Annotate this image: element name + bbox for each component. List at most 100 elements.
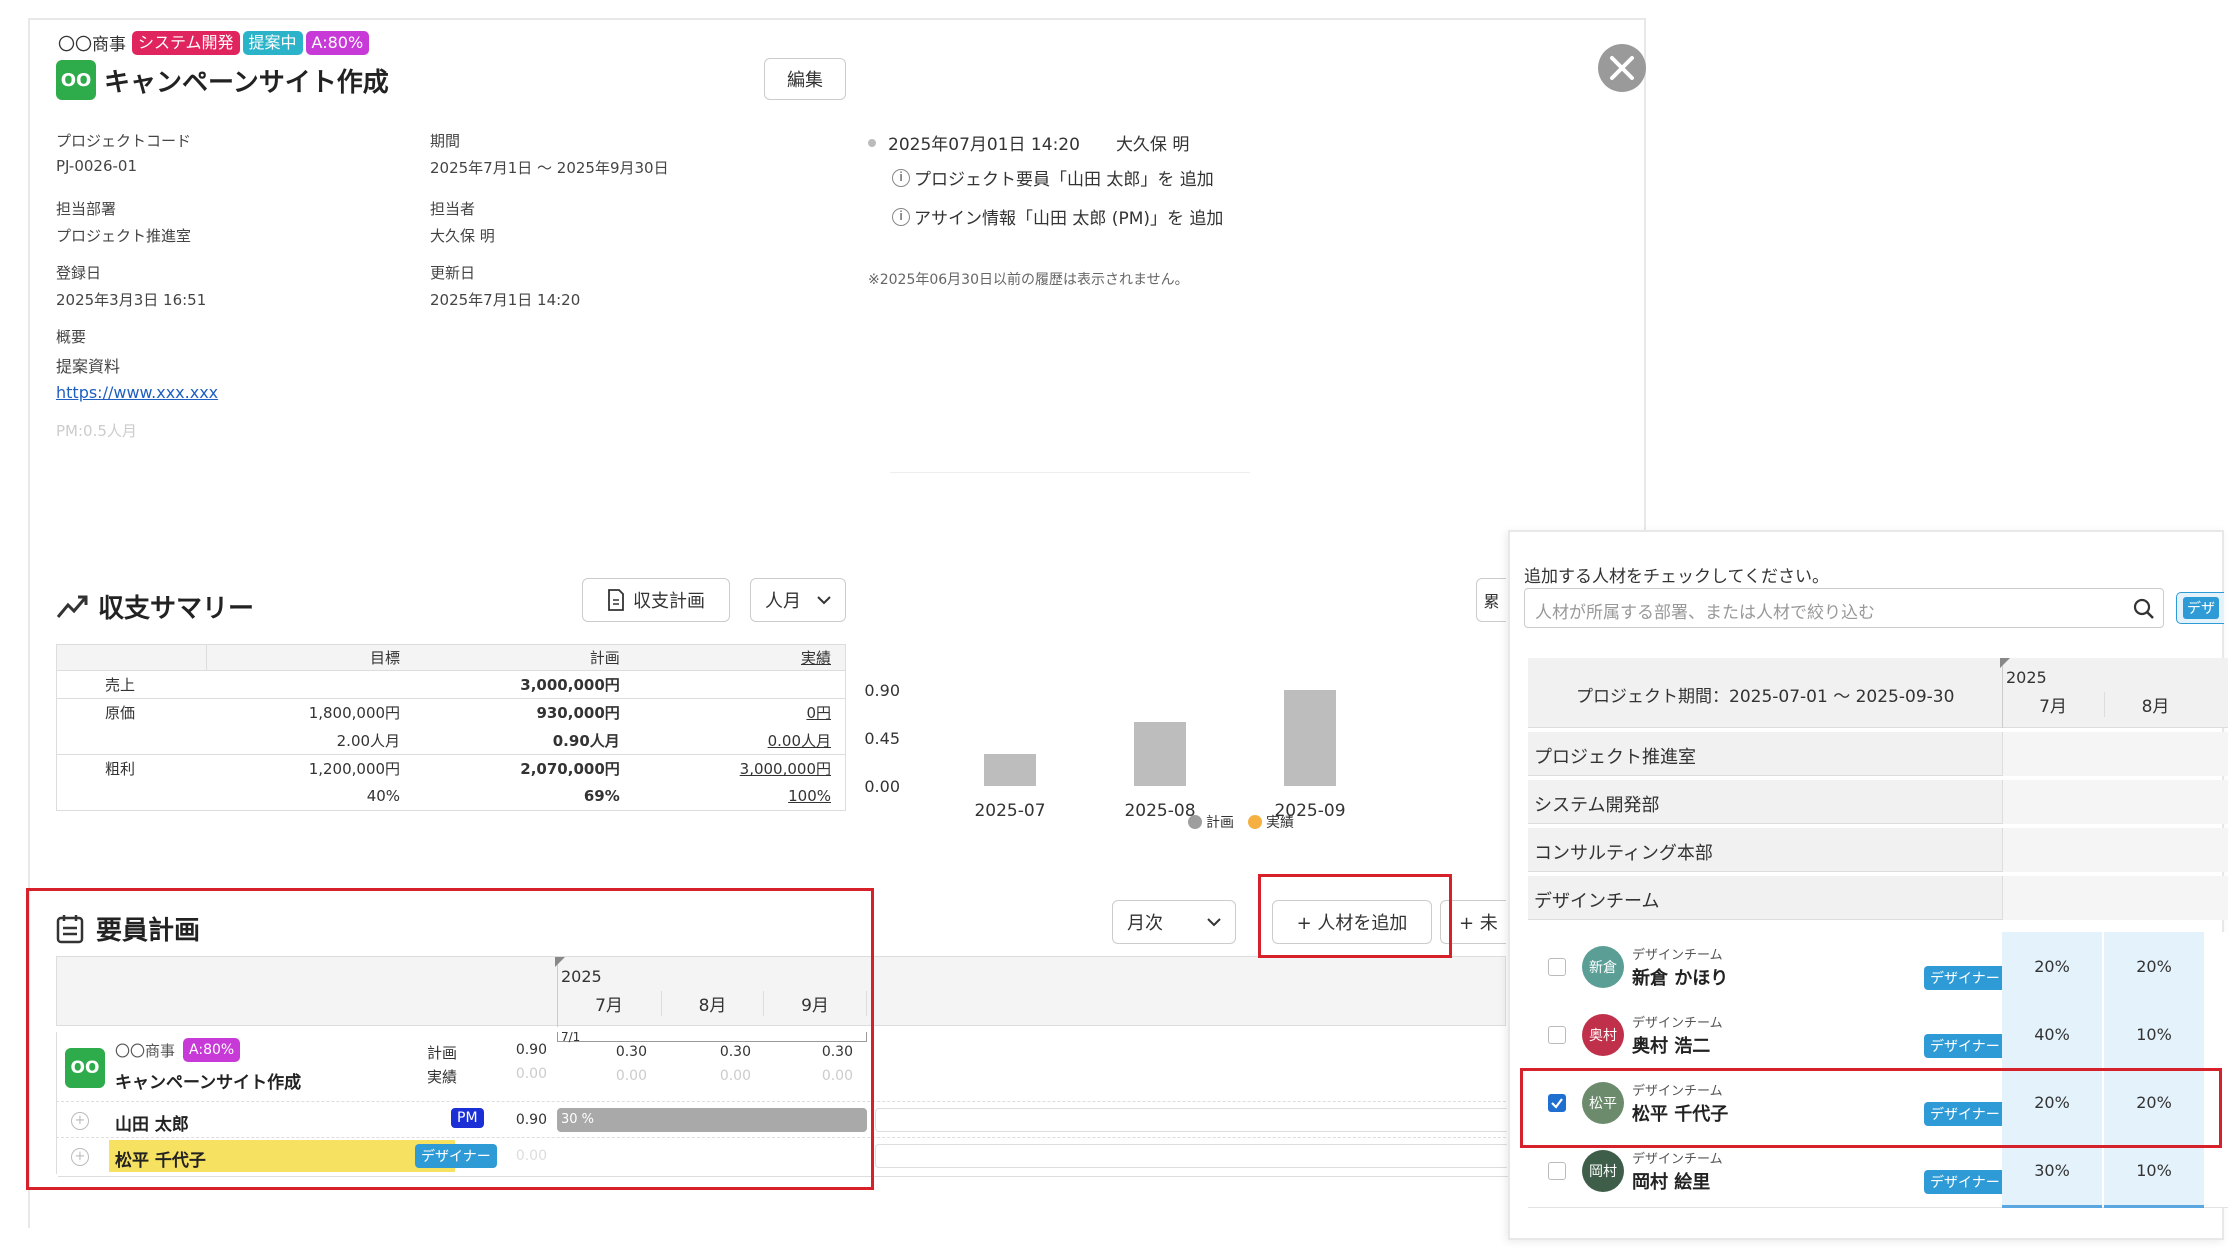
owner-field: 担当者 大久保 明 xyxy=(430,198,495,246)
unit-select[interactable]: 人月 xyxy=(750,578,846,622)
summary-target-value xyxy=(206,670,407,699)
filter-chip[interactable]: デザ xyxy=(2176,592,2224,624)
dept-value: プロジェクト推進室 xyxy=(56,227,192,245)
history-timestamp: 2025年07月01日 14:20 xyxy=(888,135,1080,155)
summary-row-label: 原価 xyxy=(56,698,207,727)
tag-system-dev: システム開発 xyxy=(132,30,240,55)
summary-target-value: 40% xyxy=(206,782,407,811)
filter-chip-label: デザ xyxy=(2183,597,2219,619)
y-tick-label: 0.45 xyxy=(864,729,900,748)
summary-row: 40% 69% 100% xyxy=(56,782,846,811)
legend-actual-swatch xyxy=(1248,815,1262,829)
search-icon xyxy=(2133,598,2154,619)
summary-target-value: 1,200,000円 xyxy=(206,754,407,783)
budget-plan-label: 収支計画 xyxy=(633,591,705,612)
summary-actual-value xyxy=(625,670,846,699)
budget-plan-button[interactable]: 収支計画 xyxy=(582,578,730,622)
dept-row[interactable]: システム開発部 xyxy=(1528,780,2228,824)
search-input[interactable]: 人材が所属する部署、または人材で絞り込む xyxy=(1524,588,2164,628)
cumulative-button[interactable]: 累 xyxy=(1476,578,1506,622)
updated-label: 更新日 xyxy=(430,264,476,282)
registered-value: 2025年3月3日 16:51 xyxy=(56,291,207,309)
dept-grid xyxy=(2002,876,2228,920)
summary-row-label xyxy=(56,726,207,755)
chart-bar-plan xyxy=(1134,722,1186,786)
project-logo: OO xyxy=(56,60,96,100)
dept-row[interactable]: プロジェクト推進室 xyxy=(1528,732,2228,776)
summary-row: 原価 1,800,000円 930,000円 0円 xyxy=(56,698,846,727)
period-select-value: 月次 xyxy=(1127,913,1163,934)
header-target: 目標 xyxy=(206,644,407,671)
edit-button[interactable]: 編集 xyxy=(764,58,846,100)
allocation-month-7: 20% xyxy=(2002,932,2102,1004)
dept-label: 担当部署 xyxy=(56,200,117,218)
history-item: i アサイン情報「山田 太郎 (PM)」を 追加 xyxy=(892,204,1223,229)
summary-row: 売上 3,000,000円 xyxy=(56,670,846,699)
period-value: 2025年7月1日 ～ 2025年9月30日 xyxy=(430,159,669,177)
history-note: ※2025年06月30日以前の履歴は表示されません。 xyxy=(868,272,1189,288)
owner-value: 大久保 明 xyxy=(430,227,495,245)
page-title: キャンペーンサイト作成 xyxy=(104,68,389,98)
divider xyxy=(890,472,1250,473)
picker-year: 2025 xyxy=(2006,668,2047,687)
summary-actual-value[interactable]: 3,000,000円 xyxy=(625,754,846,783)
legend-actual: 実績 xyxy=(1266,815,1294,831)
person-name: 新倉 かほり xyxy=(1632,968,1729,989)
history-user: 大久保 明 xyxy=(1115,135,1190,155)
assignment-track xyxy=(875,1108,1507,1132)
project-code-field: プロジェクトコード PJ-0026-01 xyxy=(56,130,191,175)
legend-plan: 計画 xyxy=(1206,815,1234,831)
project-period: プロジェクト期間：2025-07-01 〜 2025-09-30 xyxy=(1576,687,1955,707)
dept-grid xyxy=(2002,828,2228,872)
avatar: 新倉 xyxy=(1582,946,1624,988)
summary-row-label: 売上 xyxy=(56,670,207,699)
picker-grid-header: プロジェクト期間：2025-07-01 〜 2025-09-30 2025 7月… xyxy=(1528,658,2228,728)
header-meta: 〇〇商事 システム開発 提案中 A:80% xyxy=(58,30,372,55)
person-checkbox[interactable] xyxy=(1548,958,1566,976)
role-badge-designer: デザイナー xyxy=(1924,1034,2006,1058)
period-select[interactable]: 月次 xyxy=(1112,900,1236,944)
person-checkbox[interactable] xyxy=(1548,1026,1566,1044)
dept-name: システム開発部 xyxy=(1534,795,1660,816)
highlight-staffing-box xyxy=(26,888,874,1190)
dept-row[interactable]: デザインチーム xyxy=(1528,876,2228,920)
close-icon xyxy=(1610,56,1634,80)
role-badge-designer: デザイナー xyxy=(1924,966,2006,990)
summary-link[interactable]: https://www.xxx.xxx xyxy=(56,383,218,402)
summary-section-header: 収支サマリー xyxy=(56,588,254,625)
summary-table: 目標 計画 実績 売上 3,000,000円 原価 1,800,000円 930,000… xyxy=(56,644,846,811)
legend-plan-swatch xyxy=(1188,815,1202,829)
registered-field: 登録日 2025年3月3日 16:51 xyxy=(56,262,206,310)
summary-target-value: 2.00人月 xyxy=(336,731,401,750)
dept-name: コンサルティング本部 xyxy=(1534,843,1713,864)
project-code-label: プロジェクトコード xyxy=(56,132,192,150)
dept-grid xyxy=(2002,732,2228,776)
avatar: 岡村 xyxy=(1582,1150,1624,1192)
summary-label: 概要 xyxy=(56,328,87,346)
document-icon xyxy=(608,589,624,611)
allocation-month-8: 10% xyxy=(2104,1000,2204,1072)
close-button[interactable] xyxy=(1598,44,1646,92)
client-name: 〇〇商事 xyxy=(58,35,126,55)
person-checkbox[interactable] xyxy=(1548,1162,1566,1180)
allocation-month-8: 20% xyxy=(2104,932,2204,1004)
registered-label: 登録日 xyxy=(56,264,102,282)
dept-row[interactable]: コンサルティング本部 xyxy=(1528,828,2228,872)
dept-name: デザインチーム xyxy=(1534,891,1660,912)
dept-field: 担当部署 プロジェクト推進室 xyxy=(56,198,191,246)
history-panel: 2025年07月01日 14:20 大久保 明 i プロジェクト要員「山田 太郎… xyxy=(868,130,1223,289)
person-row[interactable]: 奥村 デザインチーム 奥村 浩二 デザイナー 40% 10% xyxy=(1528,1000,2228,1072)
unit-select-value: 人月 xyxy=(765,591,801,612)
summary-plan-value: 69% xyxy=(406,782,626,811)
summary-actual-value[interactable]: 0円 xyxy=(625,698,846,727)
summary-actual-value[interactable]: 0.00人月 xyxy=(625,726,846,755)
dept-name: プロジェクト推進室 xyxy=(1534,747,1696,768)
trend-icon xyxy=(56,595,88,618)
person-row[interactable]: 新倉 デザインチーム 新倉 かほり デザイナー 20% 20% xyxy=(1528,932,2228,1004)
summary-row: 粗利 1,200,000円 2,070,000円 3,000,000円 xyxy=(56,754,846,783)
summary-field: 概要 提案資料 https://www.xxx.xxx PM:0.5人月 xyxy=(56,326,218,441)
timeline-dot-icon xyxy=(868,138,876,147)
summary-plan-value: 0.90人月 xyxy=(552,731,620,750)
assignment-track xyxy=(875,1144,1507,1168)
summary-actual-value[interactable]: 100% xyxy=(625,782,846,811)
